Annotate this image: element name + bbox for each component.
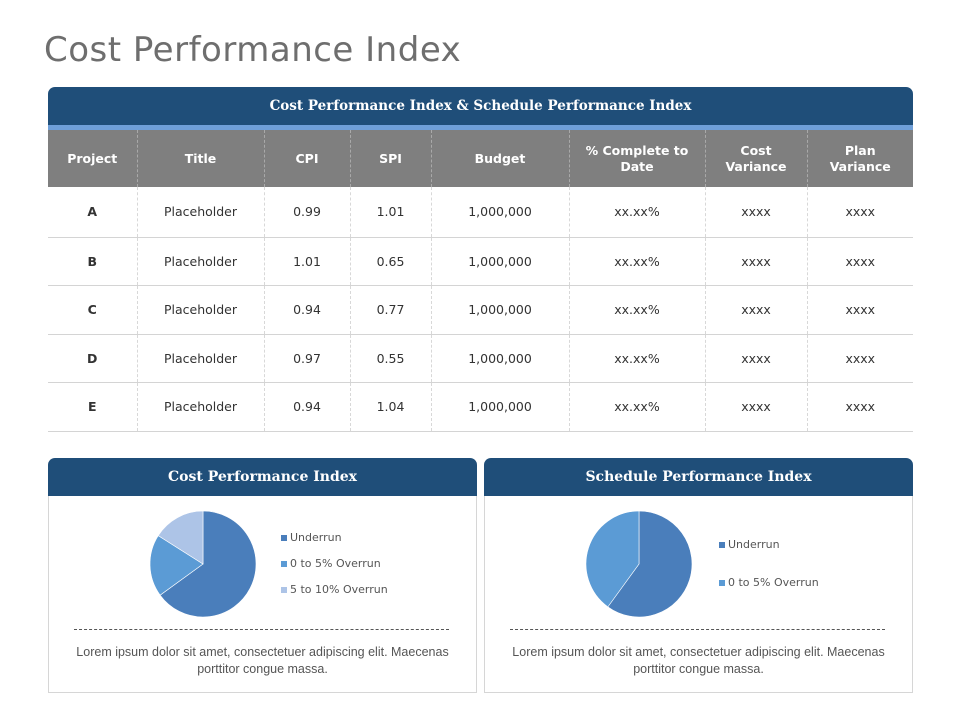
cell-cpi: 0.94 (263, 382, 350, 432)
cpi-chart-title: Cost Performance Index (48, 458, 477, 496)
table-row: E Placeholder 0.94 1.04 1,000,000 xx.xx% xxxx x… (48, 382, 913, 432)
legend-swatch (719, 579, 725, 586)
cell-spi: 1.01 (349, 187, 431, 238)
cell-complete: xx.xx% (568, 334, 705, 383)
cell-spi: 0.77 (349, 285, 431, 335)
table-banner: Cost Performance Index & Schedule Perfor… (48, 87, 913, 130)
spi-pie-chart (585, 510, 693, 618)
cell-cpi: 0.99 (263, 187, 350, 238)
cell-plan-variance: xxxx (806, 237, 913, 286)
cell-budget: 1,000,000 (430, 334, 569, 383)
cell-cost-variance: xxxx (704, 187, 807, 238)
cpi-chart-card: Cost Performance Index Underrun 0 to 5% O… (48, 458, 477, 693)
legend-label: 0 to 5% Overrun (290, 557, 381, 570)
legend-swatch (281, 534, 287, 541)
legend-label: 5 to 10% Overrun (290, 583, 388, 596)
cell-project: A (48, 187, 137, 238)
column-header-cost-variance: Cost Variance (704, 130, 807, 187)
legend-item: 0 to 5% Overrun (281, 557, 388, 570)
cell-cpi: 0.94 (263, 285, 350, 335)
spi-chart-card: Schedule Performance Index Underrun 0 to … (484, 458, 913, 693)
column-header-plan-variance: Plan Variance (806, 130, 913, 187)
cell-complete: xx.xx% (568, 187, 705, 238)
cell-project: C (48, 285, 137, 335)
legend-label: Underrun (290, 531, 342, 544)
legend-label: Underrun (728, 538, 780, 551)
cell-plan-variance: xxxx (806, 187, 913, 238)
cell-spi: 0.55 (349, 334, 431, 383)
cell-title: Placeholder (136, 382, 264, 432)
spi-description: Lorem ipsum dolor sit amet, consectetuer… (512, 645, 885, 676)
spi-legend: Underrun 0 to 5% Overrun (719, 538, 819, 614)
cell-cost-variance: xxxx (704, 285, 807, 335)
cell-title: Placeholder (136, 334, 264, 383)
cell-cost-variance: xxxx (704, 382, 807, 432)
cell-spi: 0.65 (349, 237, 431, 286)
cell-project: B (48, 237, 137, 286)
cell-project: D (48, 334, 137, 383)
column-header-spi: SPI (349, 130, 431, 187)
cell-cpi: 1.01 (263, 237, 350, 286)
cell-complete: xx.xx% (568, 237, 705, 286)
column-header-cpi: CPI (263, 130, 350, 187)
legend-item: 0 to 5% Overrun (719, 576, 819, 589)
cell-cpi: 0.97 (263, 334, 350, 383)
column-header-project: Project (48, 130, 137, 187)
cell-spi: 1.04 (349, 382, 431, 432)
page-title: Cost Performance Index (44, 30, 462, 70)
legend-swatch (281, 560, 287, 567)
cell-cost-variance: xxxx (704, 237, 807, 286)
table-header-row: Project Title CPI SPI Budget % Complete … (48, 130, 913, 187)
column-header-complete: % Complete to Date (568, 130, 705, 187)
cpi-chart-body: Underrun 0 to 5% Overrun 5 to 10% Overrun … (48, 496, 477, 693)
cell-budget: 1,000,000 (430, 187, 569, 238)
cell-cost-variance: xxxx (704, 334, 807, 383)
table-row: C Placeholder 0.94 0.77 1,000,000 xx.xx% xxxx x… (48, 285, 913, 335)
cell-title: Placeholder (136, 285, 264, 335)
table-row: B Placeholder 1.01 0.65 1,000,000 xx.xx% xxxx x… (48, 237, 913, 286)
cell-budget: 1,000,000 (430, 382, 569, 432)
cell-project: E (48, 382, 137, 432)
legend-item: 5 to 10% Overrun (281, 583, 388, 596)
table-row: D Placeholder 0.97 0.55 1,000,000 xx.xx% xxxx x… (48, 334, 913, 383)
legend-label: 0 to 5% Overrun (728, 576, 819, 589)
cell-complete: xx.xx% (568, 382, 705, 432)
cell-title: Placeholder (136, 187, 264, 238)
column-header-budget: Budget (430, 130, 569, 187)
cpi-spi-table-section: Cost Performance Index & Schedule Perfor… (48, 87, 913, 432)
spi-chart-body: Underrun 0 to 5% Overrun Lorem ipsum dolo… (484, 496, 913, 693)
cpi-pie-chart (149, 510, 257, 618)
cell-plan-variance: xxxx (806, 285, 913, 335)
cell-budget: 1,000,000 (430, 285, 569, 335)
cell-title: Placeholder (136, 237, 264, 286)
legend-swatch (719, 541, 725, 548)
spi-divider (510, 629, 885, 630)
legend-item: Underrun (719, 538, 819, 551)
project-table: Project Title CPI SPI Budget % Complete … (48, 130, 913, 432)
cpi-description: Lorem ipsum dolor sit amet, consectetuer… (76, 645, 449, 676)
cell-budget: 1,000,000 (430, 237, 569, 286)
column-header-title: Title (136, 130, 264, 187)
spi-chart-title: Schedule Performance Index (484, 458, 913, 496)
legend-item: Underrun (281, 531, 388, 544)
cpi-legend: Underrun 0 to 5% Overrun 5 to 10% Overrun (281, 531, 388, 609)
table-row: A Placeholder 0.99 1.01 1,000,000 xx.xx% xxxx x… (48, 187, 913, 238)
cell-complete: xx.xx% (568, 285, 705, 335)
cell-plan-variance: xxxx (806, 382, 913, 432)
cell-plan-variance: xxxx (806, 334, 913, 383)
cpi-divider (74, 629, 449, 630)
legend-swatch (281, 586, 287, 593)
